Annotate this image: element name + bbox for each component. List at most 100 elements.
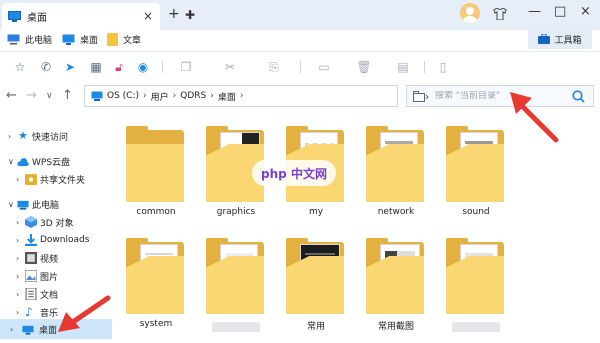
path-chevron[interactable]: › <box>143 91 147 101</box>
folder-name: sound <box>462 207 490 217</box>
expand-arrow-icon[interactable]: › <box>16 308 19 317</box>
sidebar-item-wps-cloud[interactable]: ∨ WPS云盘 <box>0 152 112 170</box>
sidebar-item-label: 桌面 <box>39 325 58 336</box>
folder-name: common <box>136 207 176 217</box>
sidebar-item-label: 共享文件夹 <box>40 175 86 186</box>
path-segment[interactable]: 用户 <box>151 90 169 103</box>
folder-name: my <box>308 207 324 217</box>
bookmark-this-pc[interactable]: 此电脑 <box>7 33 52 46</box>
expand-arrow-icon[interactable]: › <box>16 175 19 184</box>
folder-item[interactable]: common <box>118 126 194 226</box>
cube-icon <box>25 216 37 228</box>
path-chevron[interactable]: › <box>210 91 214 101</box>
sidebar-item-shared-folder[interactable]: › 共享文件夹 <box>0 170 112 188</box>
desktop-icon <box>62 34 75 45</box>
sidebar-item-pictures[interactable]: › 图片 <box>0 267 112 285</box>
bookmark-label: 此电脑 <box>25 36 53 46</box>
folder-icon <box>126 126 184 202</box>
paste-icon[interactable]: ⎘ <box>266 59 282 75</box>
folder-item[interactable]: 常用 <box>278 238 354 338</box>
drive-icon <box>91 91 103 101</box>
expand-arrow-icon[interactable]: › <box>16 290 19 299</box>
folder-item[interactable]: sound <box>438 126 514 226</box>
bookmark-articles[interactable]: 文章 <box>107 33 141 46</box>
delete-icon[interactable]: 🗑︎ <box>356 59 372 75</box>
close-button[interactable]: × <box>580 4 591 20</box>
back-button[interactable]: ← <box>6 88 17 103</box>
sidebar-item-videos[interactable]: › 视频 <box>0 249 112 267</box>
sidebar-item-quick-access[interactable]: › ★ 快速访问 <box>0 127 112 145</box>
sidebar-item-3d-objects[interactable]: › 3D 对象 <box>0 213 112 231</box>
sidebar-item-label: Downloads <box>40 235 90 245</box>
collapse-arrow-icon[interactable]: ∨ <box>8 200 14 209</box>
folder-icon <box>366 238 424 314</box>
rename-icon[interactable]: ▤ <box>395 59 411 75</box>
eye-icon[interactable]: ◉ <box>135 59 151 75</box>
folder-icon <box>366 126 424 202</box>
folder-item[interactable]: 常用截图 <box>358 238 434 338</box>
cut-icon[interactable]: ✂ <box>222 59 238 75</box>
folder-item[interactable] <box>438 238 514 338</box>
bookmark-bar: 此电脑 桌面 文章 <box>0 30 600 52</box>
folder-item[interactable]: system <box>118 238 194 338</box>
address-bar[interactable]: OS (C:) › 用户 › QDRS › 桌面 › <box>84 85 398 107</box>
avatar[interactable] <box>460 3 480 23</box>
path-segment[interactable]: QDRS <box>180 91 206 101</box>
sidebar-item-downloads[interactable]: › Downloads <box>0 231 112 249</box>
shared-folder-icon <box>25 174 37 185</box>
minimize-button[interactable]: — <box>528 4 541 20</box>
image-icon <box>25 270 37 282</box>
expand-arrow-icon[interactable]: › <box>16 272 19 281</box>
move-icon[interactable]: ▭ <box>316 59 332 75</box>
redacted-name <box>452 322 500 332</box>
path-segment[interactable]: 桌面 <box>218 90 236 103</box>
annotation-arrow-search <box>510 92 559 143</box>
star-icon: ★ <box>18 129 28 142</box>
toolbox-icon <box>538 34 551 44</box>
sidebar-item-this-pc[interactable]: ∨ 此电脑 <box>0 195 112 213</box>
folder-name: graphics <box>216 207 256 217</box>
sidebar-item-label: 3D 对象 <box>40 218 74 229</box>
star-icon[interactable]: ☆ <box>12 59 28 75</box>
folder-icon <box>446 126 504 202</box>
title-bar: 桌面 × + ✚ — □ × <box>0 0 600 30</box>
folder-item[interactable] <box>198 238 274 338</box>
collapse-arrow-icon[interactable]: ∨ <box>8 157 14 166</box>
path-segment[interactable]: OS (C:) <box>107 91 139 101</box>
shirt-icon[interactable] <box>493 8 507 20</box>
send-icon[interactable]: ➤ <box>62 59 78 75</box>
path-chevron[interactable]: › <box>173 91 177 101</box>
folder-view-icon[interactable] <box>413 91 429 102</box>
expand-arrow-icon[interactable]: › <box>16 218 19 227</box>
toolbar-divider <box>162 61 163 73</box>
folder-icon <box>286 238 344 314</box>
history-dropdown-icon[interactable]: ∨ <box>46 91 53 101</box>
tab-close-button[interactable]: × <box>143 9 153 23</box>
sidebar-item-label: WPS云盘 <box>32 157 71 168</box>
search-box[interactable] <box>406 85 594 107</box>
expand-arrow-icon[interactable]: › <box>16 254 19 263</box>
tab-desktop[interactable]: 桌面 × <box>2 3 160 30</box>
restore-button[interactable]: □ <box>554 4 566 20</box>
split-view-icon[interactable]: ▦ <box>88 59 104 75</box>
chat-icon[interactable]: ✆ <box>38 59 54 75</box>
folder-item[interactable]: network <box>358 126 434 226</box>
path-chevron[interactable]: › <box>240 91 244 101</box>
properties-icon[interactable]: ▯ <box>435 59 451 75</box>
forward-button[interactable]: → <box>26 88 37 103</box>
unlock-icon[interactable]: 🔓︎ <box>111 59 127 75</box>
expand-arrow-icon[interactable]: › <box>16 236 19 245</box>
copy-icon[interactable]: ❐ <box>178 59 194 75</box>
search-icon[interactable] <box>572 90 585 103</box>
folder-name: 常用截图 <box>377 322 414 332</box>
new-window-button[interactable]: ✚ <box>185 7 195 23</box>
new-tab-button[interactable]: + <box>168 6 180 22</box>
toolbox-button[interactable]: 工具箱 <box>528 29 592 49</box>
bookmark-label: 桌面 <box>80 36 99 46</box>
expand-arrow-icon[interactable]: › <box>10 325 13 334</box>
watermark: php 中文网 <box>252 160 336 186</box>
expand-arrow-icon[interactable]: › <box>8 132 11 141</box>
up-button[interactable]: ↑ <box>62 88 73 103</box>
bookmark-desktop[interactable]: 桌面 <box>62 33 98 46</box>
redacted-name <box>212 322 260 332</box>
